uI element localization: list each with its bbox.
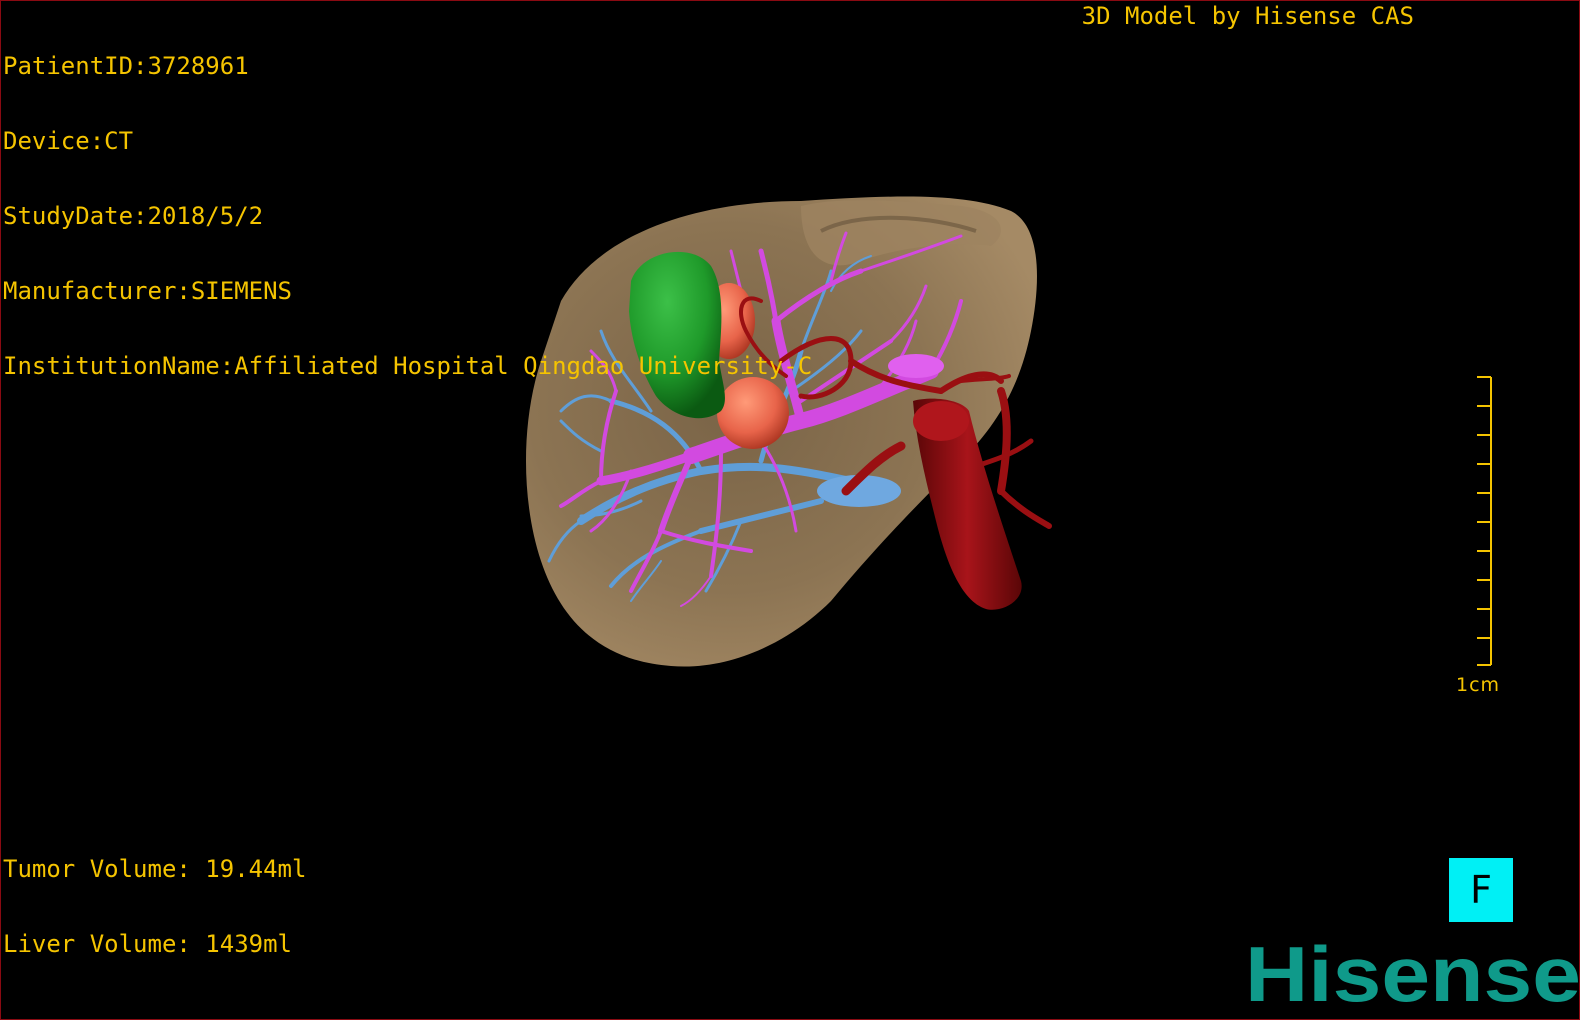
- liver-volume: Liver Volume: 1439ml: [3, 930, 292, 958]
- ivc-top: [913, 401, 969, 441]
- hisense-logo: Hisense: [1245, 939, 1580, 1011]
- scale-bar: [1477, 376, 1492, 666]
- patient-id: PatientID:3728961: [3, 52, 249, 80]
- study-date: StudyDate:2018/5/2: [3, 202, 264, 230]
- institution-name: InstitutionName:Affiliated Hospital Qing…: [3, 352, 813, 380]
- model-credit: 3D Model by Hisense CAS: [1081, 2, 1414, 30]
- scale-label: 1cm: [1456, 674, 1501, 696]
- tumor-volume: Tumor Volume: 19.44ml: [3, 855, 307, 883]
- manufacturer: Manufacturer:SIEMENS: [3, 277, 292, 305]
- portal-vein-confluence: [888, 354, 944, 378]
- volume-info-overlay: Tumor Volume: 19.44ml Liver Volume: 1439…: [3, 807, 306, 1007]
- patient-info-overlay: PatientID:3728961 Device:CT StudyDate:20…: [3, 4, 812, 429]
- 3d-viewer-viewport[interactable]: PatientID:3728961 Device:CT StudyDate:20…: [0, 0, 1580, 1020]
- hisense-logo-text: Hisense: [1245, 939, 1580, 1011]
- orientation-front-button[interactable]: F: [1449, 858, 1513, 922]
- device: Device:CT: [3, 127, 134, 155]
